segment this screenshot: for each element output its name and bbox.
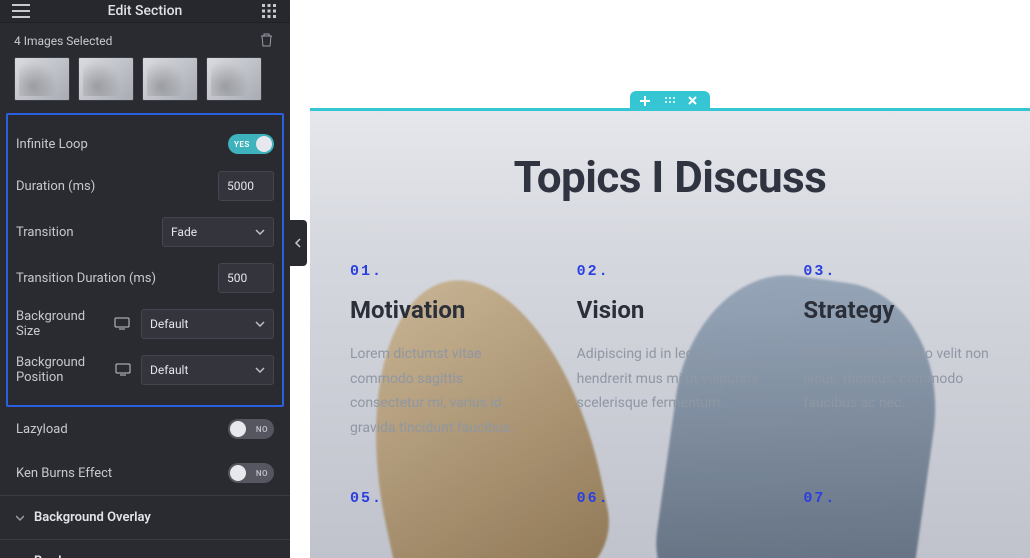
image-thumb[interactable]	[78, 57, 134, 101]
topic-number: 06.	[577, 490, 764, 507]
transition-select[interactable]: Fade	[162, 217, 274, 247]
slideshow-settings-group: Infinite Loop YES Duration (ms) Transiti…	[6, 113, 284, 407]
lazyload-label: Lazyload	[16, 422, 228, 437]
ken-burns-toggle[interactable]: NO	[228, 463, 274, 483]
caret-right-icon	[16, 514, 24, 522]
infinite-loop-toggle[interactable]: YES	[228, 134, 274, 154]
background-overlay-accordion[interactable]: Background Overlay	[0, 495, 290, 539]
bg-position-select[interactable]: Default	[141, 355, 274, 385]
topic-number: 02.	[577, 263, 764, 280]
topic-number: 05.	[350, 490, 537, 507]
duration-label: Duration (ms)	[16, 179, 218, 194]
collapse-panel-button[interactable]	[289, 220, 307, 266]
topic-number: 07.	[803, 490, 990, 507]
apps-grid-icon[interactable]	[258, 0, 280, 22]
images-selected-block: 4 Images Selected	[0, 23, 290, 113]
ken-burns-label: Ken Burns Effect	[16, 466, 228, 481]
section-controls	[630, 91, 710, 113]
sidebar-header: Edit Section	[0, 0, 290, 23]
image-thumbnails	[14, 57, 276, 101]
duration-input[interactable]	[218, 171, 274, 201]
image-thumb[interactable]	[14, 57, 70, 101]
chevron-down-icon	[255, 229, 265, 235]
editor-sidebar: Edit Section 4 Images Selected Infinite	[0, 0, 290, 558]
menu-icon[interactable]	[10, 0, 32, 22]
chevron-down-icon	[255, 367, 265, 373]
desktop-icon[interactable]	[114, 317, 131, 331]
trash-icon[interactable]	[260, 33, 276, 49]
topic-title: Motivation	[350, 296, 537, 324]
topic-text: Lorem dictumst vitae commodo sagittis co…	[350, 342, 537, 440]
image-thumb[interactable]	[142, 57, 198, 101]
bg-size-label: Background Size	[16, 309, 131, 339]
images-count-label: 4 Images Selected	[14, 34, 112, 48]
sidebar-title: Edit Section	[32, 3, 258, 19]
topic-column: 02. Vision Adipiscing id in lectus hendr…	[577, 263, 764, 440]
transition-duration-input[interactable]	[218, 263, 274, 293]
bg-position-label: Background Position	[16, 355, 131, 385]
page-heading: Topics I Discuss	[350, 151, 990, 203]
infinite-loop-label: Infinite Loop	[16, 137, 228, 152]
close-section-icon[interactable]	[688, 96, 700, 108]
chevron-down-icon	[255, 321, 265, 327]
topic-number: 03.	[803, 263, 990, 280]
desktop-icon[interactable]	[115, 363, 131, 377]
drag-section-icon[interactable]	[664, 96, 676, 108]
transition-label: Transition	[16, 225, 162, 240]
topic-text: Commodo sit in odio velit non lacus, rho…	[803, 342, 990, 416]
topic-number: 01.	[350, 263, 537, 280]
border-accordion[interactable]: Border	[0, 539, 290, 558]
topic-title: Strategy	[803, 296, 990, 324]
image-thumb[interactable]	[206, 57, 262, 101]
topic-title: Vision	[577, 296, 764, 324]
canvas-preview: Topics I Discuss 01. Motivation Lorem di…	[290, 0, 1030, 558]
bg-size-select[interactable]: Default	[141, 309, 274, 339]
topic-column: 01. Motivation Lorem dictumst vitae comm…	[350, 263, 537, 440]
transition-duration-label: Transition Duration (ms)	[16, 271, 218, 286]
section-frame[interactable]: Topics I Discuss 01. Motivation Lorem di…	[310, 108, 1030, 558]
add-section-icon[interactable]	[640, 96, 652, 108]
topic-column: 03. Strategy Commodo sit in odio velit n…	[803, 263, 990, 440]
lazyload-toggle[interactable]: NO	[228, 419, 274, 439]
topic-text: Adipiscing id in lectus hendrerit mus mi…	[577, 342, 764, 416]
